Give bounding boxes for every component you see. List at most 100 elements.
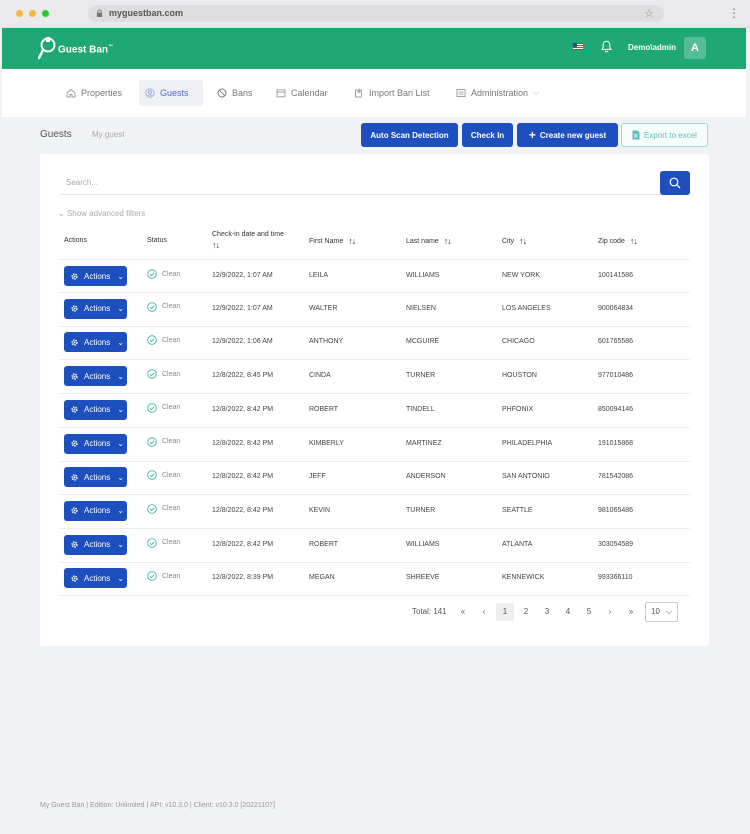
- check-circle-icon: [147, 301, 157, 312]
- city: SEATTLE: [502, 506, 533, 514]
- row-actions-button[interactable]: Actions ⌄: [64, 399, 127, 420]
- check-circle-icon: [147, 369, 157, 379]
- row-actions-button[interactable]: Actions ⌄: [64, 332, 127, 353]
- gear-icon: [71, 406, 78, 413]
- browser-menu-icon[interactable]: ⋮: [728, 6, 740, 20]
- page-button-5[interactable]: 5: [580, 603, 598, 621]
- page-button-1[interactable]: 1: [496, 603, 514, 621]
- table-row: Actions ⌄ Clean 12/8/2022, 8:42 PM ROBERT WIL…: [60, 529, 690, 563]
- search-button[interactable]: [660, 171, 690, 195]
- footer-version: My Guest Ban | Edition: Unlimited | API:…: [40, 802, 275, 809]
- last-page-button[interactable]: »: [622, 603, 640, 621]
- page-button-4[interactable]: 4: [559, 603, 577, 621]
- tab-guests[interactable]: Guests: [139, 80, 203, 106]
- row-actions-button[interactable]: Actions ⌄: [64, 534, 127, 555]
- check-circle-icon: [147, 504, 157, 514]
- row-actions-button[interactable]: Actions ⌄: [64, 467, 127, 488]
- window-fullscreen-dot[interactable]: [42, 10, 49, 17]
- search-input[interactable]: Search...: [60, 171, 660, 195]
- city: HOUSTON: [502, 372, 537, 380]
- table-row: Actions ⌄ Clean 12/9/2022, 1:06 AM ANTHONY MC…: [60, 326, 690, 361]
- user-name[interactable]: Demo\admin: [628, 43, 676, 52]
- row-actions-button[interactable]: Actions ⌄: [64, 433, 127, 454]
- check-in-button[interactable]: Check In: [462, 123, 513, 147]
- city: KENNEWICK: [502, 574, 545, 582]
- status-text: Clean: [162, 336, 181, 344]
- tab-label: Import Ban List: [369, 88, 430, 98]
- city: NEW YORK: [502, 272, 540, 279]
- row-actions-button[interactable]: Actions ⌄: [64, 366, 127, 387]
- first-name: ANTHONY: [309, 338, 344, 346]
- sort-icon[interactable]: ↑↓: [212, 240, 220, 250]
- column-header-zip-code[interactable]: Zip code ↑↓: [598, 236, 638, 246]
- column-header-checkin[interactable]: Check-in date and time ↑↓: [212, 231, 284, 250]
- sort-icon[interactable]: ↑↓: [630, 236, 638, 246]
- language-flag-icon[interactable]: [573, 43, 583, 50]
- app-header: Guest Ban™ Demo\admin A: [2, 28, 746, 69]
- zip-code: 601765586: [598, 338, 634, 346]
- checkin-date: 12/8/2022, 8:42 PM: [212, 540, 274, 548]
- tab-label: Administration: [471, 88, 529, 98]
- first-page-button[interactable]: «: [454, 603, 472, 621]
- search-placeholder: Search...: [66, 178, 99, 187]
- magnifier-logo-icon: [38, 37, 56, 60]
- export-to-excel-button[interactable]: Export to excel: [621, 123, 708, 147]
- last-name: TURNER: [406, 506, 436, 514]
- address-bar[interactable]: myguestban.com ☆: [88, 5, 664, 22]
- tab-properties[interactable]: Properties: [60, 80, 128, 106]
- zip-code: 850094146: [598, 405, 634, 413]
- checkin-date: 12/8/2022, 8:42 PM: [212, 405, 274, 413]
- column-header-city[interactable]: City ↑↓: [502, 236, 527, 246]
- first-name: LEILA: [309, 272, 329, 279]
- actions-label: Actions: [84, 371, 111, 381]
- avatar[interactable]: A: [684, 37, 706, 59]
- show-advanced-filters-toggle[interactable]: ⌄ Show advanced filters: [58, 209, 145, 218]
- status-text: Clean: [162, 505, 181, 513]
- row-actions-button[interactable]: Actions ⌄: [64, 500, 127, 521]
- house-icon: [66, 88, 76, 98]
- check-circle-icon: [147, 571, 157, 582]
- table-row: Actions ⌄ Clean 12/9/2022, 1:07 AM LEILA WILL…: [60, 259, 690, 293]
- sort-icon[interactable]: ↑↓: [519, 236, 527, 246]
- next-page-button[interactable]: ›: [601, 603, 619, 621]
- sort-icon[interactable]: ↑↓: [348, 236, 356, 246]
- prev-page-button[interactable]: ‹: [475, 603, 493, 621]
- auto-scan-detection-button[interactable]: Auto Scan Detection: [361, 123, 458, 147]
- chevron-down-icon: ⌄: [117, 506, 124, 516]
- window-minimize-dot[interactable]: [16, 10, 23, 17]
- column-header-last-name[interactable]: Last name ↑↓: [406, 236, 452, 246]
- column-header-first-name[interactable]: First Name ↑↓: [309, 236, 356, 246]
- bell-icon[interactable]: [601, 40, 612, 53]
- city: PHFONIX: [502, 405, 534, 413]
- create-new-guest-button[interactable]: + Create new guest: [517, 123, 618, 147]
- gear-icon: [71, 305, 78, 312]
- page-button-2[interactable]: 2: [517, 603, 535, 621]
- row-actions-button[interactable]: Actions ⌄: [64, 266, 127, 286]
- plus-icon: +: [528, 128, 536, 142]
- bookmark-star-icon[interactable]: ☆: [644, 7, 654, 20]
- row-actions-button[interactable]: Actions ⌄: [64, 568, 127, 589]
- actions-label: Actions: [84, 439, 111, 448]
- chevron-down-icon: ⌄: [117, 439, 124, 448]
- search-icon: [669, 177, 681, 189]
- row-actions-button[interactable]: Actions ⌄: [64, 298, 127, 319]
- check-circle-icon: [147, 403, 157, 413]
- actions-label: Actions: [84, 405, 111, 415]
- tab-calendar[interactable]: Calendar: [270, 80, 334, 106]
- page-size-select[interactable]: 10 ⌵: [645, 602, 678, 622]
- last-name: WILLIAMS: [406, 540, 440, 548]
- tab-administration[interactable]: Administration ⌵: [450, 80, 545, 106]
- status-badge: Clean: [147, 369, 180, 379]
- status-badge: Clean: [147, 470, 180, 480]
- page-button-3[interactable]: 3: [538, 603, 556, 621]
- breadcrumb[interactable]: My guest: [92, 130, 124, 139]
- last-name: TURNER: [406, 372, 436, 380]
- window-zoom-dot[interactable]: [29, 10, 36, 17]
- lock-icon: [96, 9, 103, 17]
- city: SAN ANTONIO: [502, 473, 550, 481]
- tab-bans[interactable]: Bans: [211, 80, 259, 106]
- url-text: myguestban.com: [109, 8, 184, 18]
- sort-icon[interactable]: ↑↓: [444, 236, 452, 246]
- tab-import-ban-list[interactable]: Import Ban List: [348, 80, 436, 106]
- check-circle-icon: [147, 436, 157, 447]
